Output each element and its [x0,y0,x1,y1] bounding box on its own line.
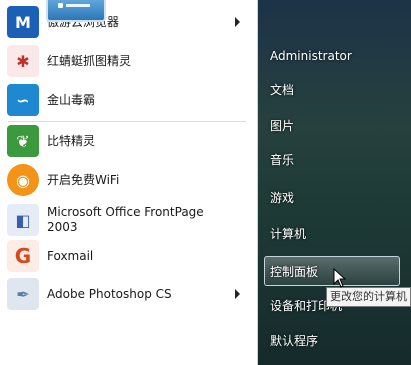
maxthon-icon: M [7,6,39,38]
program-item-free-wifi[interactable]: ◉ 开启免费WiFi [4,162,254,198]
right-item-user-name[interactable]: Administrator [270,48,352,64]
foxmail-icon: G [7,240,39,272]
user-picture-dot [58,3,63,8]
photoshop-icon: ✒ [7,278,39,310]
tooltip: 更改您的计算机 [326,287,411,307]
user-picture-bar [66,4,90,7]
mouse-cursor-icon [333,268,347,288]
user-picture-icon[interactable] [46,0,106,22]
program-label: 红蜻蜓抓图精灵 [47,53,132,68]
right-item-documents[interactable]: 文档 [270,82,294,98]
program-item-foxmail[interactable]: G Foxmail [4,238,254,274]
divider [8,121,246,122]
program-item-dragonfly-capture[interactable]: ✱ 红蜻蜓抓图精灵 [4,43,254,79]
right-item-pictures[interactable]: 图片 [270,118,294,134]
program-label: Microsoft Office FrontPage 2003 [47,205,204,234]
bitcomet-icon: ❦ [7,125,39,157]
program-item-frontpage[interactable]: ◧ Microsoft Office FrontPage 2003 [4,199,254,241]
free-wifi-icon: ◉ [7,164,39,196]
right-item-default-programs[interactable]: 默认程序 [270,333,318,349]
dragonfly-icon: ✱ [7,45,39,77]
program-item-photoshop[interactable]: ✒ Adobe Photoshop CS [4,276,254,312]
program-label: 比特精灵 [47,133,96,148]
submenu-arrow-icon [235,289,240,299]
pinned-programs-list: M 傲游云浏览器 ✱ 红蜻蜓抓图精灵 ∽ 金山毒霸 ❦ 比特精灵 ◉ 开启免费W… [0,0,258,365]
program-item-bitcomet[interactable]: ❦ 比特精灵 [4,123,254,159]
program-label: 开启免费WiFi [47,172,120,187]
program-item-maxthon[interactable]: M 傲游云浏览器 [4,4,254,40]
right-item-computer[interactable]: 计算机 [270,226,306,242]
program-item-kingsoft-antivirus[interactable]: ∽ 金山毒霸 [4,82,254,118]
program-label: 金山毒霸 [47,92,96,107]
program-label: Foxmail [47,248,94,263]
frontpage-icon: ◧ [7,204,39,236]
right-item-games[interactable]: 游戏 [270,190,294,206]
right-item-music[interactable]: 音乐 [270,152,294,168]
right-item-control-panel[interactable]: 控制面板 [270,264,318,280]
kingsoft-antivirus-icon: ∽ [7,84,39,116]
submenu-arrow-icon [235,17,240,27]
program-label: Adobe Photoshop CS [47,286,172,301]
